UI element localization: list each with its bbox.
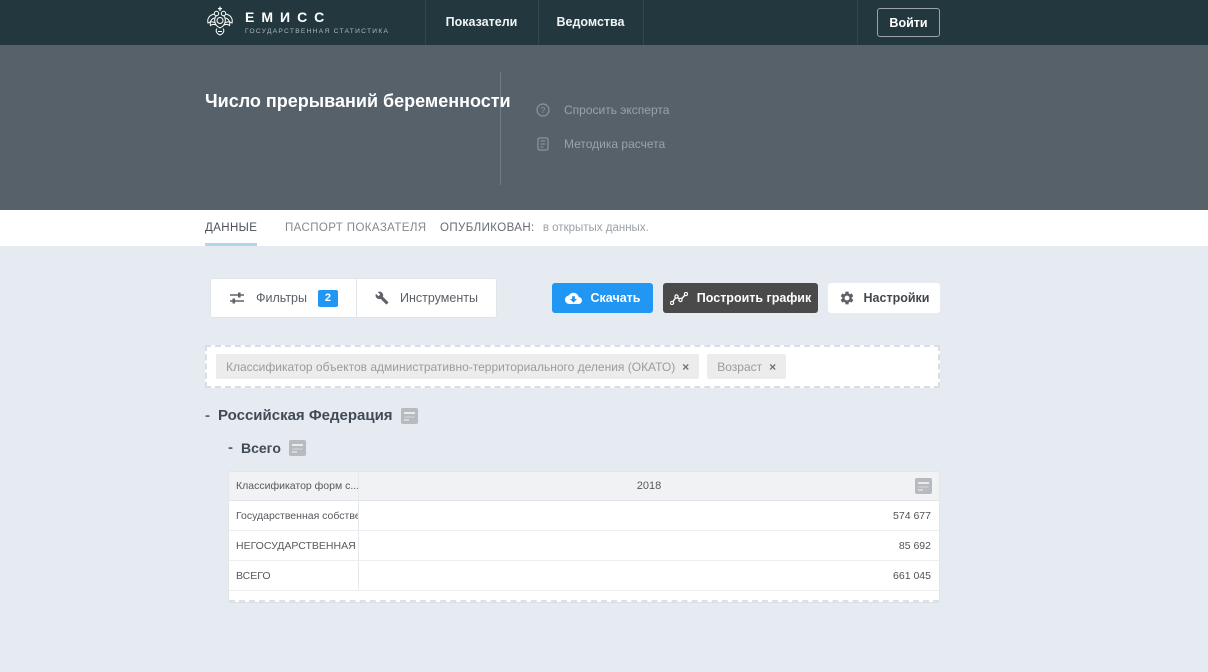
collapse-icon[interactable]: -	[228, 439, 233, 456]
tree-node-total[interactable]: - Всего	[228, 439, 940, 456]
nav-separator	[857, 0, 858, 45]
data-table: Классификатор форм с... 2018 Государстве…	[228, 471, 940, 602]
header-divider	[500, 72, 501, 185]
table-row[interactable]: НЕГОСУДАРСТВЕННАЯ ФОР... 85 692	[229, 531, 939, 561]
page-header: Число прерываний беременности ? Спросить…	[0, 45, 1208, 210]
top-navbar: ЕМИСС ГОСУДАРСТВЕННАЯ СТАТИСТИКА Показат…	[0, 0, 1208, 45]
tab-passport[interactable]: ПАСПОРТ ПОКАЗАТЕЛЯ	[285, 210, 427, 246]
logo-subtitle: ГОСУДАРСТВЕННАЯ СТАТИСТИКА	[245, 28, 389, 35]
action-buttons: Скачать Построить график	[552, 283, 940, 313]
table-row[interactable]: ВСЕГО 661 045	[229, 561, 939, 591]
table-header-row: Классификатор форм с... 2018	[229, 472, 939, 501]
download-label: Скачать	[591, 291, 641, 305]
emiss-logo[interactable]: ЕМИСС ГОСУДАРСТВЕННАЯ СТАТИСТИКА	[205, 5, 389, 38]
tools-label: Инструменты	[400, 291, 478, 305]
wrench-icon	[375, 291, 389, 305]
active-filters-bar: Классификатор объектов административно-т…	[205, 345, 940, 388]
methodology-link[interactable]: Методика расчета	[536, 137, 669, 151]
published-value-link[interactable]: в открытых данных.	[543, 222, 649, 234]
tree-node-label: Российская Федерация	[218, 407, 393, 424]
table-row[interactable]: Государственная собственн... 574 677	[229, 501, 939, 531]
settings-label: Настройки	[864, 291, 930, 305]
coat-of-arms-icon	[205, 5, 235, 38]
tools-button[interactable]: Инструменты	[356, 279, 496, 317]
login-button[interactable]: Войти	[877, 8, 940, 37]
data-tree: - Российская Федерация - Всего	[205, 407, 940, 456]
row-value: 574 677	[359, 501, 939, 530]
row-label: ВСЕГО	[229, 561, 359, 590]
row-value: 661 045	[359, 561, 939, 590]
left-button-group: Фильтры 2 Инструменты	[210, 278, 497, 318]
ask-expert-label: Спросить эксперта	[564, 103, 669, 117]
year-label: 2018	[637, 480, 661, 492]
node-filter-icon[interactable]	[289, 440, 306, 456]
question-circle-icon: ?	[536, 103, 550, 117]
nav-separator	[643, 0, 644, 45]
page-title: Число прерываний беременности	[205, 91, 511, 112]
filters-button[interactable]: Фильтры 2	[211, 279, 356, 317]
nav-item-indicators[interactable]: Показатели	[425, 0, 538, 45]
row-label: Государственная собственн...	[229, 501, 359, 530]
filter-chip-age[interactable]: Возраст ×	[707, 354, 786, 379]
remove-filter-icon[interactable]: ×	[682, 360, 689, 374]
remove-filter-icon[interactable]: ×	[769, 360, 776, 374]
line-chart-icon	[670, 292, 688, 305]
table-footer-perforation	[229, 591, 939, 602]
published-label: ОПУБЛИКОВАН:	[440, 222, 535, 234]
table-header-label: Классификатор форм с...	[236, 480, 359, 492]
methodology-icon	[536, 137, 550, 151]
methodology-label: Методика расчета	[564, 137, 665, 151]
header-links: ? Спросить эксперта Методика расчета	[536, 103, 669, 151]
table-header-classifier: Классификатор форм с...	[229, 472, 359, 500]
active-tab-indicator	[205, 243, 257, 246]
filter-chip-label: Возраст	[717, 360, 762, 374]
row-value: 85 692	[359, 531, 939, 560]
ask-expert-link[interactable]: ? Спросить эксперта	[536, 103, 669, 117]
collapse-icon[interactable]: -	[205, 407, 210, 424]
filter-chip-label: Классификатор объектов административно-т…	[226, 360, 675, 374]
main-content: Фильтры 2 Инструменты Скачать	[0, 246, 1208, 672]
tree-node-russia[interactable]: - Российская Федерация	[205, 407, 940, 424]
build-chart-label: Построить график	[697, 291, 811, 305]
gear-icon	[839, 290, 855, 306]
logo-text: ЕМИСС ГОСУДАРСТВЕННАЯ СТАТИСТИКА	[245, 9, 389, 35]
table-header-year: 2018	[359, 472, 939, 500]
cloud-download-icon	[565, 292, 582, 304]
download-button[interactable]: Скачать	[552, 283, 653, 313]
filters-count-badge: 2	[318, 290, 338, 307]
build-chart-button[interactable]: Построить график	[663, 283, 818, 313]
filter-chip-okato[interactable]: Классификатор объектов административно-т…	[216, 354, 699, 379]
sliders-icon	[229, 291, 245, 305]
tab-data[interactable]: ДАННЫЕ	[205, 210, 257, 246]
row-label: НЕГОСУДАРСТВЕННАЯ ФОР...	[229, 531, 359, 560]
tree-node-label: Всего	[241, 440, 281, 456]
published-status: ОПУБЛИКОВАН: в открытых данных.	[440, 210, 649, 246]
settings-button[interactable]: Настройки	[828, 283, 940, 313]
logo-title: ЕМИСС	[245, 9, 389, 25]
node-filter-icon[interactable]	[401, 408, 418, 424]
tab-strip: ДАННЫЕ ПАСПОРТ ПОКАЗАТЕЛЯ ОПУБЛИКОВАН: в…	[0, 210, 1208, 246]
filters-label: Фильтры	[256, 291, 307, 305]
svg-text:?: ?	[541, 105, 546, 115]
toolbar: Фильтры 2 Инструменты Скачать	[205, 278, 940, 318]
column-filter-icon[interactable]	[915, 478, 932, 494]
nav-item-agencies[interactable]: Ведомства	[538, 0, 643, 45]
